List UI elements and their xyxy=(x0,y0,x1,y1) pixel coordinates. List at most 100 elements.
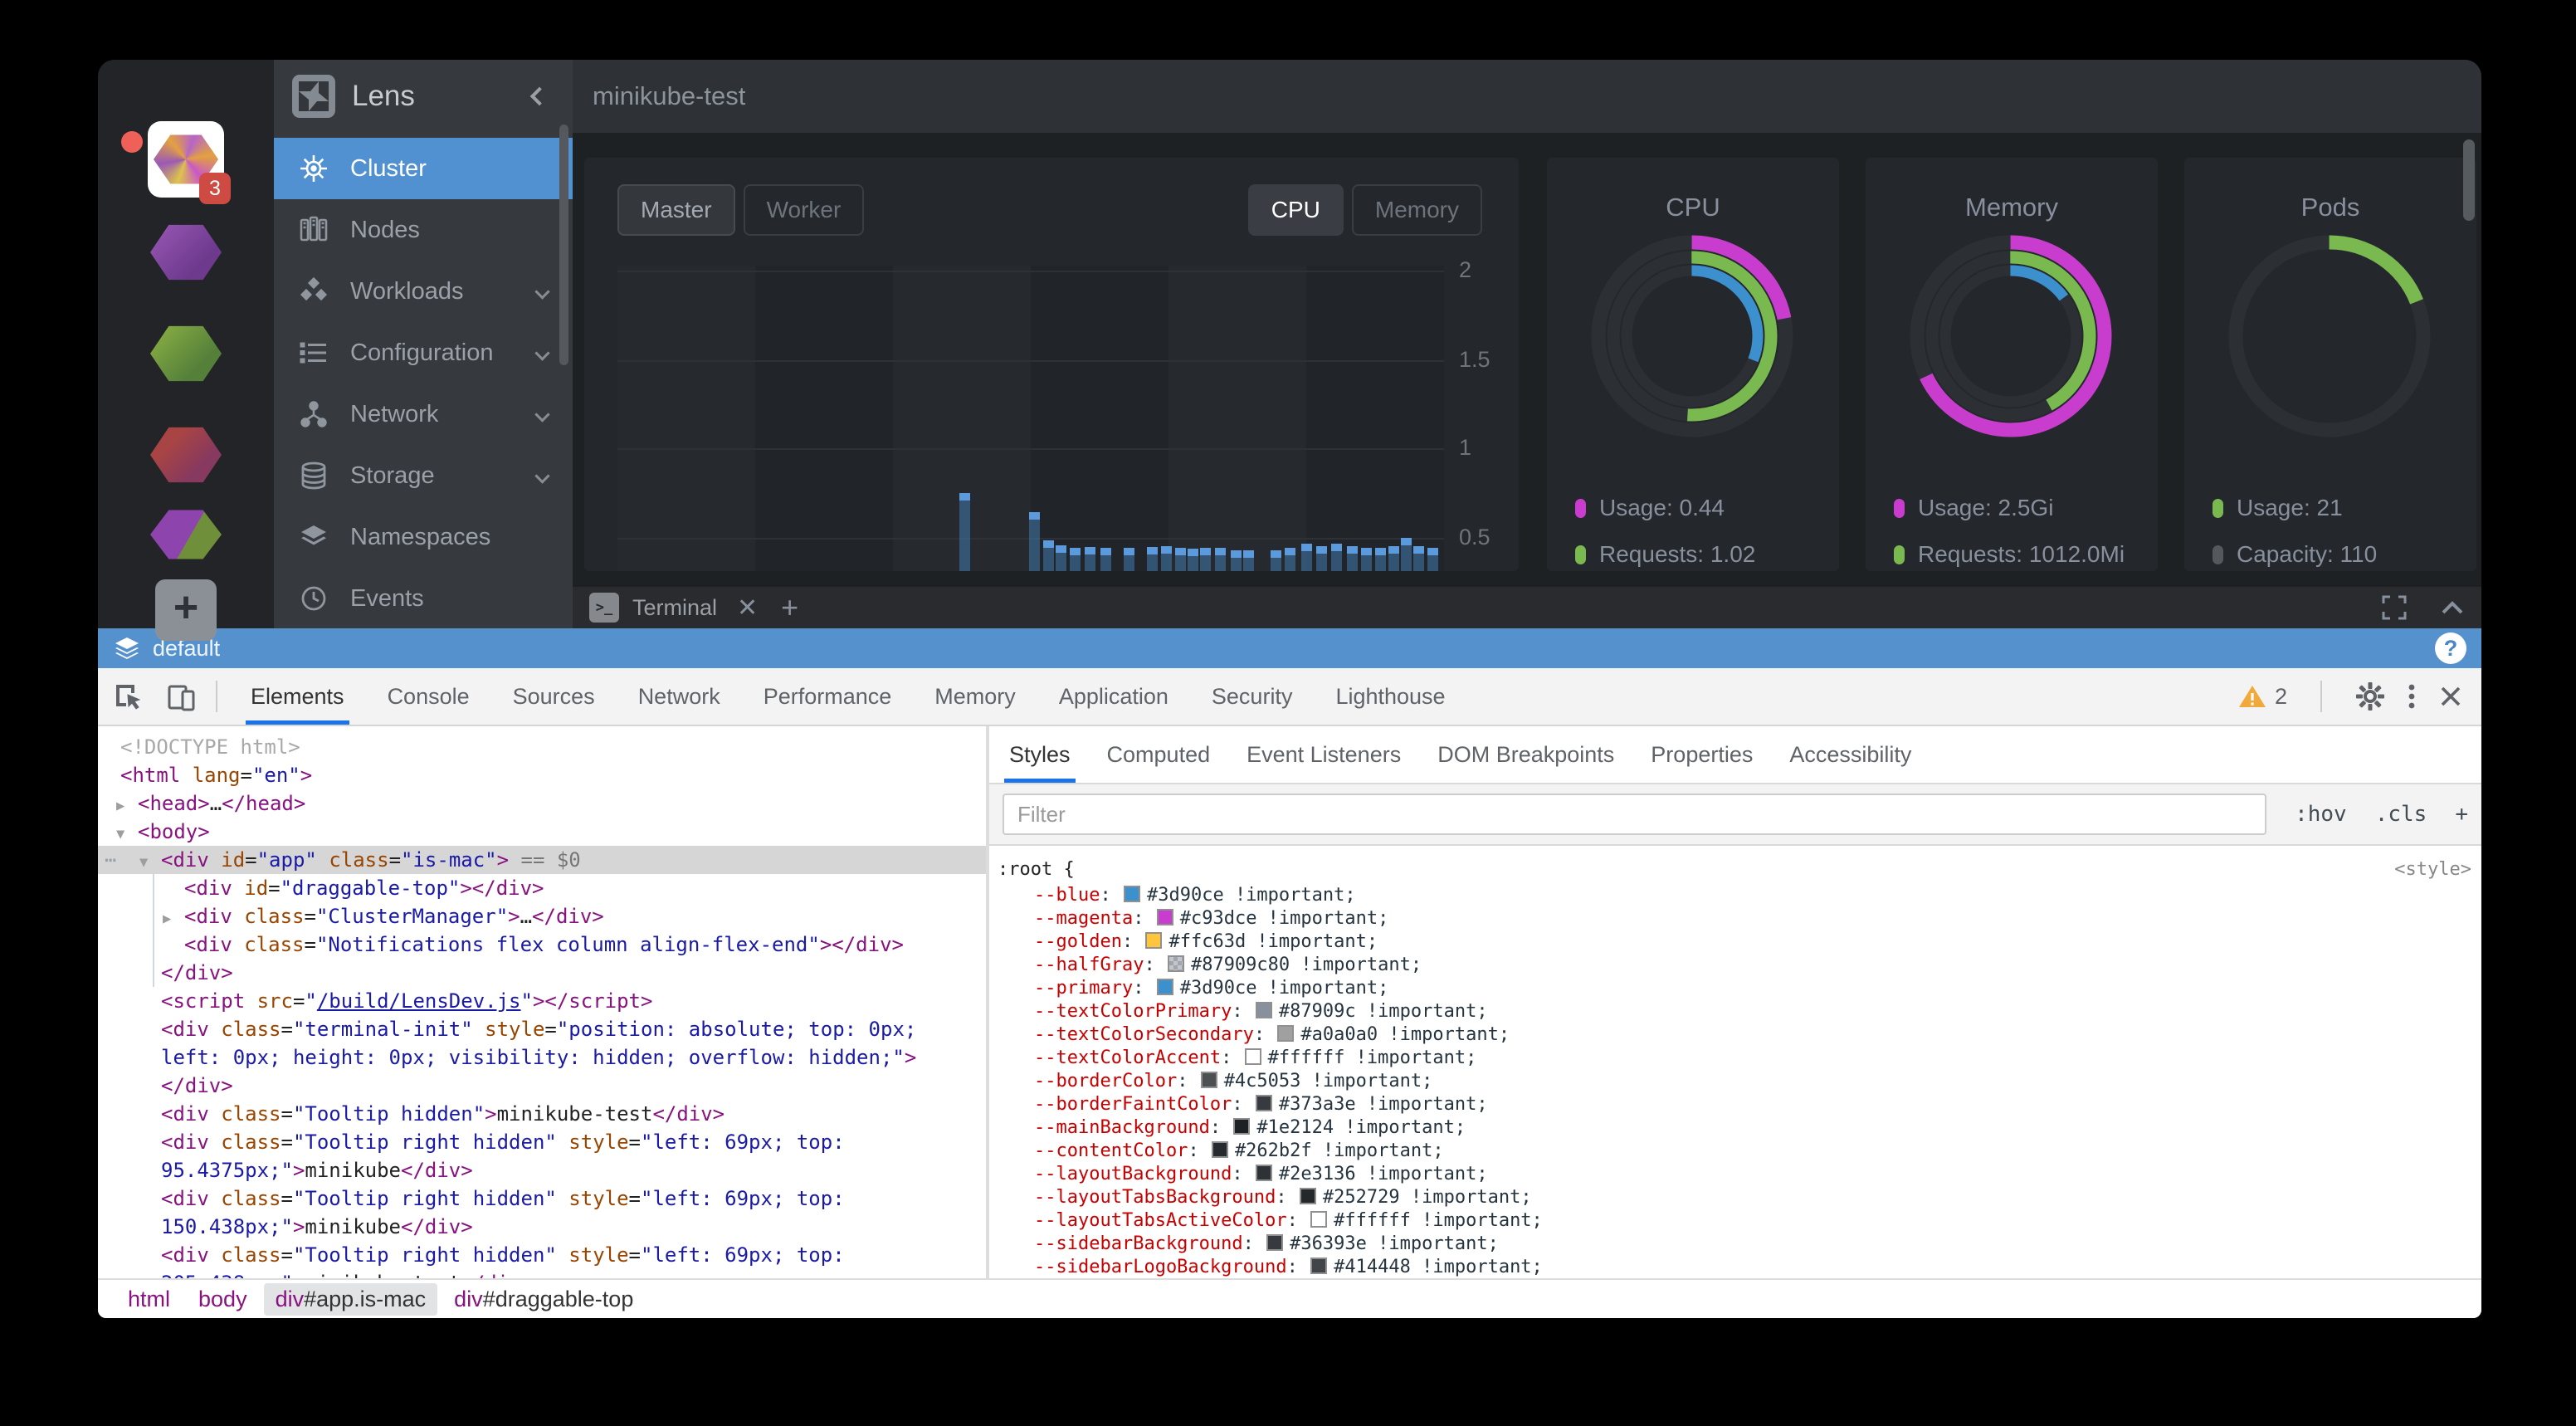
style-source-link[interactable]: <style> xyxy=(2394,856,2471,884)
devtools-tab-performance[interactable]: Performance xyxy=(742,668,914,725)
sidebar-item-workloads[interactable]: Workloads xyxy=(274,261,573,322)
dom-node[interactable]: <div id="draggable-top"></div> xyxy=(98,874,986,902)
cpu-metric-tab[interactable]: CPU xyxy=(1248,184,1344,236)
color-swatch[interactable] xyxy=(1256,1165,1272,1181)
devtools-tab-security[interactable]: Security xyxy=(1190,668,1315,725)
kebab-menu-icon[interactable] xyxy=(2407,681,2417,711)
dom-node[interactable]: ▶<div class="ClusterManager">…</div> xyxy=(98,902,986,930)
styles-subtab-event-listeners[interactable]: Event Listeners xyxy=(1228,726,1419,783)
chevron-up-icon[interactable] xyxy=(2440,599,2465,616)
devtools-tab-sources[interactable]: Sources xyxy=(491,668,617,725)
terminal-close-icon[interactable]: ✕ xyxy=(737,593,758,623)
color-swatch[interactable] xyxy=(1277,1025,1294,1042)
fullscreen-icon[interactable] xyxy=(2382,595,2407,620)
devtools-tab-network[interactable]: Network xyxy=(617,668,742,725)
add-cluster-button[interactable]: + xyxy=(155,579,217,641)
collapsed-arrow-icon[interactable]: ▶ xyxy=(163,905,184,933)
worker-node-tab[interactable]: Worker xyxy=(744,184,865,236)
styles-subtab-styles[interactable]: Styles xyxy=(991,726,1089,783)
dom-node[interactable]: <html lang="en"> xyxy=(98,761,986,789)
color-swatch[interactable] xyxy=(1310,1211,1327,1228)
css-variable-row[interactable]: --sidebarBackground: #36393e !important; xyxy=(998,1233,2481,1256)
css-variable-row[interactable]: --textColorSecondary: #a0a0a0 !important… xyxy=(998,1023,2481,1047)
dom-node[interactable]: <div class="Tooltip right hidden" style=… xyxy=(98,1128,986,1156)
dom-node[interactable]: </div> xyxy=(98,959,986,987)
terminal-tab-label[interactable]: Terminal xyxy=(632,595,717,621)
breadcrumb-html[interactable]: html xyxy=(116,1283,182,1316)
cluster-item-5[interactable] xyxy=(150,508,222,561)
color-swatch[interactable] xyxy=(1145,932,1162,949)
sidebar-item-events[interactable]: Events xyxy=(274,568,573,629)
devtools-tab-memory[interactable]: Memory xyxy=(913,668,1037,725)
css-variable-row[interactable]: --textColorPrimary: #87909c !important; xyxy=(998,1000,2481,1023)
breadcrumb-div#draggable-top[interactable]: div#draggable-top xyxy=(442,1283,645,1316)
content-scrollbar[interactable] xyxy=(2463,139,2475,221)
dom-node-selected[interactable]: ⋯▼<div id="app" class="is-mac"> == $0 xyxy=(98,846,986,874)
color-swatch[interactable] xyxy=(1201,1072,1217,1088)
sidebar-item-configuration[interactable]: Configuration xyxy=(274,322,573,383)
css-variable-row[interactable]: --golden: #ffc63d !important; xyxy=(998,930,2481,954)
console-warnings[interactable]: 2 xyxy=(2238,684,2287,710)
settings-gear-icon[interactable] xyxy=(2355,681,2385,711)
cluster-item-active[interactable]: 3 xyxy=(148,121,224,198)
color-swatch[interactable] xyxy=(1300,1188,1316,1204)
expanded-arrow-icon[interactable]: ▼ xyxy=(116,820,138,848)
dom-node[interactable]: <div class="terminal-init" style="positi… xyxy=(98,1015,986,1043)
cluster-item-2[interactable] xyxy=(150,222,222,282)
sidebar-collapse-icon[interactable] xyxy=(530,87,549,106)
devtools-tab-elements[interactable]: Elements xyxy=(229,668,366,725)
css-variable-row[interactable]: --magenta: #c93dce !important; xyxy=(998,907,2481,930)
css-variable-row[interactable]: --borderFaintColor: #373a3e !important; xyxy=(998,1093,2481,1116)
dom-node[interactable]: <div class="Tooltip right hidden" style=… xyxy=(98,1241,986,1269)
color-swatch[interactable] xyxy=(1233,1118,1250,1135)
help-button[interactable]: ? xyxy=(2435,632,2466,664)
devtools-tab-console[interactable]: Console xyxy=(366,668,491,725)
color-swatch[interactable] xyxy=(1266,1234,1283,1251)
dom-node[interactable]: 150.438px;">minikube</div> xyxy=(98,1213,986,1241)
dom-node[interactable]: left: 0px; height: 0px; visibility: hidd… xyxy=(98,1043,986,1072)
devtools-tab-application[interactable]: Application xyxy=(1037,668,1190,725)
pseudo-toggle[interactable]: + xyxy=(2455,802,2468,827)
pseudo-toggle[interactable]: :hov xyxy=(2295,802,2347,827)
pseudo-toggle[interactable]: .cls xyxy=(2375,802,2427,827)
css-variable-row[interactable]: --blue: #3d90ce !important; xyxy=(998,884,2481,907)
styles-subtab-properties[interactable]: Properties xyxy=(1632,726,1771,783)
device-toolbar-icon[interactable] xyxy=(158,674,204,719)
memory-metric-tab[interactable]: Memory xyxy=(1352,184,1482,236)
css-selector[interactable]: :root { xyxy=(998,856,1075,884)
inspect-element-icon[interactable] xyxy=(105,674,151,719)
css-variable-row[interactable]: --layoutBackground: #2e3136 !important; xyxy=(998,1163,2481,1186)
expanded-arrow-icon[interactable]: ▼ xyxy=(139,848,161,877)
color-swatch[interactable] xyxy=(1256,1002,1272,1018)
collapsed-arrow-icon[interactable]: ▶ xyxy=(116,792,138,820)
elements-tree-panel[interactable]: <!DOCTYPE html><html lang="en">▶<head>…<… xyxy=(98,726,986,1278)
css-variable-row[interactable]: --layoutTabsActiveColor: #ffffff !import… xyxy=(998,1209,2481,1233)
css-variable-row[interactable]: --contentColor: #262b2f !important; xyxy=(998,1140,2481,1163)
styles-subtab-dom-breakpoints[interactable]: DOM Breakpoints xyxy=(1419,726,1632,783)
color-swatch[interactable] xyxy=(1157,909,1173,925)
css-variable-row[interactable]: --primary: #3d90ce !important; xyxy=(998,977,2481,1000)
devtools-tab-lighthouse[interactable]: Lighthouse xyxy=(1314,668,1466,725)
dom-node[interactable]: ▼<body> xyxy=(98,818,986,846)
sidebar-scrollbar[interactable] xyxy=(559,125,568,365)
dom-node[interactable]: <!DOCTYPE html> xyxy=(98,733,986,761)
dom-node[interactable]: <div class="Notifications flex column al… xyxy=(98,930,986,959)
css-variable-row[interactable]: --layoutTabsBackground: #252729 !importa… xyxy=(998,1186,2481,1209)
css-variable-row[interactable]: --borderColor: #4c5053 !important; xyxy=(998,1070,2481,1093)
styles-filter-input[interactable] xyxy=(1003,794,2266,835)
breadcrumb-body[interactable]: body xyxy=(187,1283,259,1316)
master-node-tab[interactable]: Master xyxy=(617,184,735,236)
close-devtools-icon[interactable] xyxy=(2438,684,2463,709)
dom-node[interactable]: 205.438px;">minikube-test</div> xyxy=(98,1269,986,1278)
sidebar-item-storage[interactable]: Storage xyxy=(274,445,573,506)
cluster-item-3[interactable] xyxy=(150,324,222,383)
dom-node[interactable]: <div class="Tooltip hidden">minikube-tes… xyxy=(98,1100,986,1128)
styles-subtab-accessibility[interactable]: Accessibility xyxy=(1771,726,1930,783)
color-swatch[interactable] xyxy=(1310,1258,1327,1274)
cluster-item-4[interactable] xyxy=(150,425,222,485)
color-swatch[interactable] xyxy=(1124,886,1140,902)
color-swatch[interactable] xyxy=(1245,1048,1261,1065)
css-rules-area[interactable]: :root { <style> --blue: #3d90ce !importa… xyxy=(989,846,2481,1278)
styles-subtab-computed[interactable]: Computed xyxy=(1089,726,1229,783)
color-swatch[interactable] xyxy=(1168,955,1184,972)
